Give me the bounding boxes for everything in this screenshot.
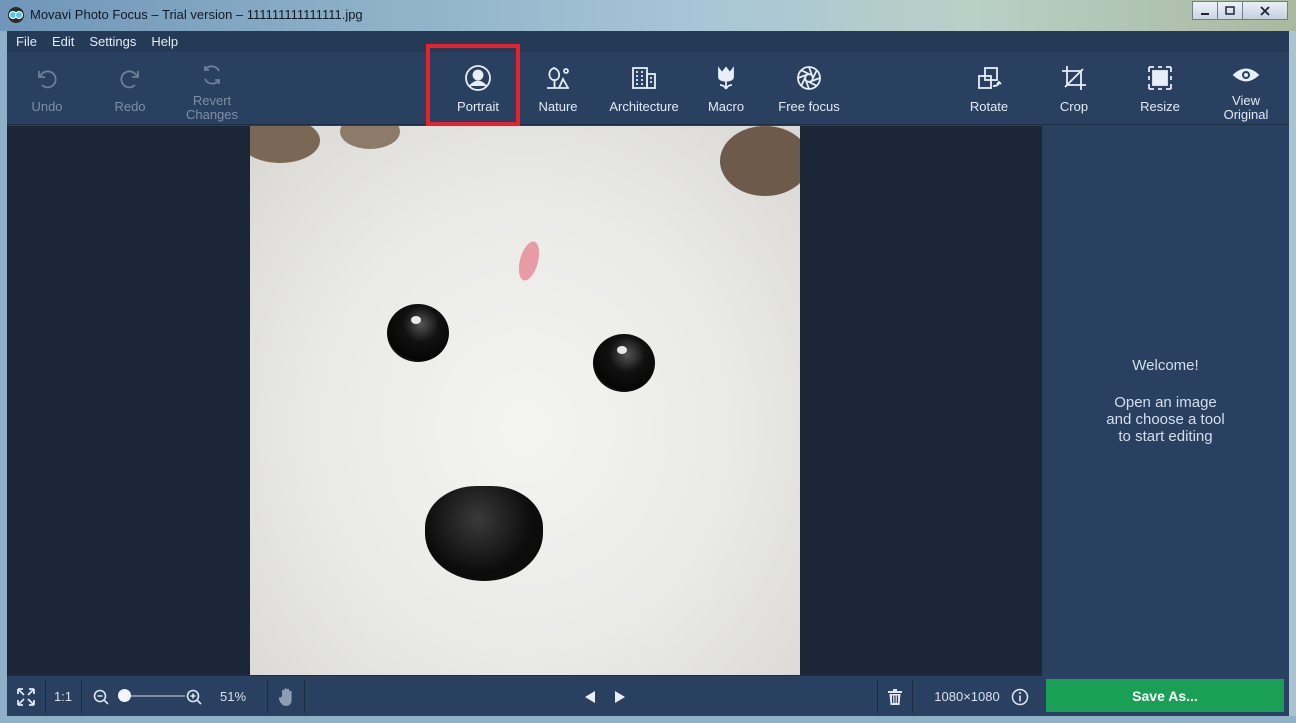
refresh-icon: [204, 65, 220, 85]
separator: [81, 680, 82, 713]
revert-label: Revert Changes: [185, 93, 239, 122]
image-dimensions: 1080×1080: [934, 689, 1000, 704]
app-logo-icon: [8, 7, 24, 23]
dog-forehead-mark: [515, 239, 543, 283]
aperture-icon: [797, 66, 821, 90]
previous-image-button[interactable]: [580, 676, 600, 717]
rotate-label: Rotate: [969, 99, 1009, 114]
welcome-title: Welcome!: [1132, 357, 1199, 374]
resize-label: Resize: [1140, 99, 1180, 114]
portrait-highlight-box: [426, 44, 520, 126]
tree-icon: [547, 67, 569, 89]
photo-dog: [250, 126, 800, 675]
redo-label: Redo: [114, 99, 146, 114]
nature-label: Nature: [538, 99, 578, 114]
undo-icon: [38, 70, 57, 89]
dog-eye-left: [387, 304, 449, 362]
window-frame-left: [0, 31, 7, 716]
info-icon: [1011, 688, 1029, 705]
hand-icon: [278, 687, 292, 706]
welcome-body: Open an image and choose a tool to start…: [1106, 394, 1225, 445]
fit-screen-icon: [17, 687, 35, 706]
zoom-slider-track[interactable]: [125, 695, 185, 697]
zoom-slider-thumb[interactable]: [118, 689, 131, 702]
dog-eye-right: [593, 334, 655, 392]
nature-button[interactable]: Nature: [528, 52, 588, 125]
minimize-icon: [1201, 12, 1209, 15]
crop-icon: [1062, 66, 1086, 90]
zoom-out-button[interactable]: [91, 676, 111, 717]
right-panel: Welcome! Open an image and choose a tool…: [1042, 126, 1289, 675]
trash-icon: [888, 688, 902, 705]
toolbar: Undo Redo Revert Changes Portrait Nature…: [7, 52, 1289, 125]
menu-edit[interactable]: Edit: [46, 34, 80, 49]
maximize-button[interactable]: [1217, 1, 1243, 20]
undo-button[interactable]: Undo: [24, 52, 70, 125]
window-title-bar: Movavi Photo Focus – Trial version – 111…: [0, 0, 1296, 31]
dog-ear-right: [720, 126, 800, 196]
eye-icon: [1232, 68, 1260, 82]
redo-button[interactable]: Redo: [107, 52, 153, 125]
undo-label: Undo: [31, 99, 63, 114]
separator: [912, 680, 913, 713]
separator: [267, 680, 268, 713]
crop-label: Crop: [1059, 99, 1089, 114]
dog-nose: [425, 486, 543, 581]
tulip-icon: [718, 66, 734, 90]
free-focus-button[interactable]: Free focus: [773, 52, 845, 125]
info-button[interactable]: [1009, 676, 1031, 717]
redo-icon: [120, 70, 139, 89]
dog-ear-left: [250, 126, 320, 163]
close-button[interactable]: [1242, 1, 1288, 20]
architecture-button[interactable]: Architecture: [603, 52, 685, 125]
macro-button[interactable]: Macro: [702, 52, 750, 125]
zoom-in-button[interactable]: [184, 676, 204, 717]
architecture-label: Architecture: [609, 99, 679, 114]
resize-icon: [1148, 66, 1172, 90]
macro-label: Macro: [707, 99, 745, 114]
bottom-bar: 1:1 51% 1080×1080: [7, 675, 1042, 716]
window-frame-bottom: [0, 716, 1296, 723]
window-frame-right: [1289, 31, 1296, 716]
close-icon: [1260, 5, 1270, 16]
separator: [877, 680, 878, 713]
delete-button[interactable]: [883, 676, 907, 717]
view-original-label: View Original: [1223, 93, 1269, 122]
welcome-message: Welcome! Open an image and choose a tool…: [1042, 357, 1289, 445]
rotate-icon: [978, 67, 1002, 89]
pan-hand-button[interactable]: [272, 676, 302, 717]
next-image-button[interactable]: [610, 676, 630, 717]
zoom-in-icon: [186, 689, 202, 705]
actual-size-button[interactable]: 1:1: [45, 676, 81, 717]
menu-file[interactable]: File: [10, 34, 43, 49]
save-area: Save As...: [1042, 675, 1289, 716]
separator: [304, 680, 305, 713]
crop-button[interactable]: Crop: [1052, 52, 1096, 125]
rotate-button[interactable]: Rotate: [964, 52, 1014, 125]
fit-to-screen-button[interactable]: [7, 676, 45, 717]
zoom-percent: 51%: [219, 689, 247, 704]
window-title: Movavi Photo Focus – Trial version – 111…: [30, 7, 363, 22]
zoom-out-icon: [93, 689, 109, 705]
menu-help[interactable]: Help: [145, 34, 184, 49]
triangle-right-icon: [615, 690, 625, 703]
revert-changes-button[interactable]: Revert Changes: [181, 52, 243, 125]
maximize-icon: [1225, 5, 1235, 15]
save-as-button[interactable]: Save As...: [1046, 679, 1284, 712]
window-controls: [1192, 1, 1288, 20]
triangle-left-icon: [585, 690, 595, 703]
minimize-button[interactable]: [1192, 1, 1218, 20]
menu-settings[interactable]: Settings: [83, 34, 142, 49]
resize-button[interactable]: Resize: [1135, 52, 1185, 125]
menu-bar: File Edit Settings Help: [7, 31, 1289, 52]
dog-ear-left-inner: [340, 126, 400, 149]
view-original-button[interactable]: View Original: [1217, 52, 1275, 125]
free-focus-label: Free focus: [778, 99, 840, 114]
building-icon: [632, 67, 656, 89]
